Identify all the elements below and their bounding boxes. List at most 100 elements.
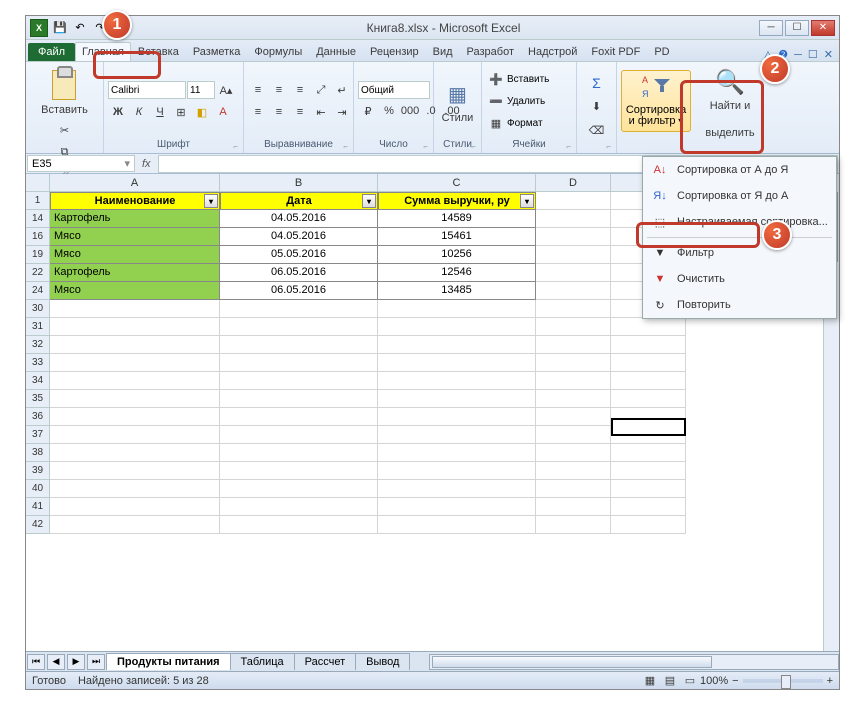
view-layout-icon[interactable]: ▤ bbox=[660, 671, 680, 691]
cell[interactable] bbox=[536, 336, 611, 354]
menu-repeat[interactable]: ↻Повторить bbox=[643, 292, 836, 318]
table-header-cell[interactable]: Сумма выручки, ру▾ bbox=[378, 192, 536, 210]
row-header[interactable]: 14 bbox=[26, 210, 50, 228]
cell[interactable] bbox=[50, 516, 220, 534]
row-header[interactable]: 39 bbox=[26, 462, 50, 480]
tab-file[interactable]: Файл bbox=[28, 43, 75, 61]
tab-formulas[interactable]: Формулы bbox=[247, 42, 309, 61]
cell[interactable] bbox=[378, 516, 536, 534]
cell[interactable] bbox=[536, 264, 611, 282]
row-header[interactable]: 42 bbox=[26, 516, 50, 534]
cell[interactable]: 13485 bbox=[378, 282, 536, 300]
tab-layout[interactable]: Разметка bbox=[186, 42, 248, 61]
row-header[interactable]: 22 bbox=[26, 264, 50, 282]
autosum-icon[interactable]: Σ bbox=[587, 73, 607, 93]
cell[interactable] bbox=[378, 444, 536, 462]
sheet-tab-1[interactable]: Продукты питания bbox=[106, 653, 231, 670]
align-top-icon[interactable]: ≡ bbox=[248, 80, 268, 100]
row-header[interactable]: 41 bbox=[26, 498, 50, 516]
cell[interactable] bbox=[378, 462, 536, 480]
delete-cells-icon[interactable]: ➖ bbox=[486, 91, 506, 111]
cell[interactable] bbox=[611, 426, 686, 444]
doc-close-icon[interactable]: ✕ bbox=[824, 48, 833, 61]
row-header[interactable]: 34 bbox=[26, 372, 50, 390]
cell[interactable] bbox=[220, 336, 378, 354]
tab-pd[interactable]: PD bbox=[647, 42, 676, 61]
menu-sort-az[interactable]: A↓Сортировка от А до Я bbox=[643, 157, 836, 183]
row-header[interactable]: 19 bbox=[26, 246, 50, 264]
cell[interactable] bbox=[378, 408, 536, 426]
horizontal-scrollbar[interactable] bbox=[429, 654, 839, 670]
cell[interactable] bbox=[611, 408, 686, 426]
cell[interactable] bbox=[611, 462, 686, 480]
cell[interactable] bbox=[536, 282, 611, 300]
cell[interactable] bbox=[536, 300, 611, 318]
cell[interactable] bbox=[50, 480, 220, 498]
tab-insert[interactable]: Вставка bbox=[131, 42, 186, 61]
delete-cells-button[interactable]: Удалить bbox=[507, 96, 545, 107]
cell[interactable]: 14589 bbox=[378, 210, 536, 228]
cell[interactable] bbox=[611, 480, 686, 498]
cell[interactable] bbox=[536, 390, 611, 408]
insert-cells-button[interactable]: Вставить bbox=[507, 74, 549, 85]
cell[interactable] bbox=[378, 426, 536, 444]
cell[interactable] bbox=[536, 192, 611, 210]
row-header[interactable]: 38 bbox=[26, 444, 50, 462]
cell[interactable] bbox=[536, 480, 611, 498]
cell[interactable] bbox=[220, 480, 378, 498]
cell[interactable] bbox=[611, 444, 686, 462]
tab-nav-prev-icon[interactable]: ◀ bbox=[47, 654, 65, 670]
row-header[interactable]: 32 bbox=[26, 336, 50, 354]
cell[interactable] bbox=[50, 444, 220, 462]
name-box[interactable]: E35▾ bbox=[27, 155, 135, 172]
doc-minimize-icon[interactable]: ─ bbox=[794, 49, 802, 61]
row-header[interactable]: 16 bbox=[26, 228, 50, 246]
sheet-tab-3[interactable]: Рассчет bbox=[294, 653, 357, 670]
font-name-combo[interactable] bbox=[108, 81, 186, 99]
align-right-icon[interactable]: ≡ bbox=[290, 102, 310, 122]
cell[interactable] bbox=[536, 516, 611, 534]
filter-button-icon[interactable]: ▾ bbox=[520, 194, 534, 208]
zoom-out-icon[interactable]: − bbox=[732, 675, 738, 687]
cell[interactable]: 15461 bbox=[378, 228, 536, 246]
select-all-corner[interactable] bbox=[26, 174, 50, 192]
sheet-tab-4[interactable]: Вывод bbox=[355, 653, 410, 670]
cell[interactable] bbox=[220, 408, 378, 426]
cell[interactable] bbox=[536, 354, 611, 372]
font-size-combo[interactable] bbox=[187, 81, 215, 99]
tab-nav-first-icon[interactable]: ⏮ bbox=[27, 654, 45, 670]
cell[interactable] bbox=[50, 426, 220, 444]
filter-button-icon[interactable]: ▾ bbox=[362, 194, 376, 208]
fill-color-icon[interactable]: ◧ bbox=[192, 102, 212, 122]
menu-filter[interactable]: ▼Фильтр bbox=[643, 240, 836, 266]
cell[interactable]: 12546 bbox=[378, 264, 536, 282]
cell[interactable]: 10256 bbox=[378, 246, 536, 264]
align-bottom-icon[interactable]: ≡ bbox=[290, 80, 310, 100]
cell[interactable]: Картофель bbox=[50, 210, 220, 228]
align-center-icon[interactable]: ≡ bbox=[269, 102, 289, 122]
fill-icon[interactable]: ⬇ bbox=[587, 97, 607, 117]
percent-icon[interactable]: % bbox=[379, 101, 399, 121]
styles-button[interactable]: ▦ Стили bbox=[438, 76, 478, 126]
menu-sort-za[interactable]: Я↓Сортировка от Я до А bbox=[643, 183, 836, 209]
cell[interactable]: 04.05.2016 bbox=[220, 228, 378, 246]
row-header[interactable]: 33 bbox=[26, 354, 50, 372]
cell[interactable] bbox=[220, 516, 378, 534]
format-cells-icon[interactable]: ▦ bbox=[486, 113, 506, 133]
table-header-cell[interactable]: Дата▾ bbox=[220, 192, 378, 210]
cell[interactable] bbox=[378, 498, 536, 516]
cell[interactable] bbox=[378, 390, 536, 408]
filter-button-icon[interactable]: ▾ bbox=[204, 194, 218, 208]
cell[interactable] bbox=[220, 372, 378, 390]
cell[interactable] bbox=[220, 354, 378, 372]
cell[interactable] bbox=[611, 390, 686, 408]
cell[interactable] bbox=[220, 462, 378, 480]
cell[interactable] bbox=[378, 372, 536, 390]
format-cells-button[interactable]: Формат bbox=[507, 118, 543, 129]
col-header-c[interactable]: C bbox=[378, 174, 536, 191]
insert-cells-icon[interactable]: ➕ bbox=[486, 69, 506, 89]
cell[interactable] bbox=[536, 246, 611, 264]
cell[interactable] bbox=[220, 498, 378, 516]
cell[interactable]: 06.05.2016 bbox=[220, 264, 378, 282]
find-select-button[interactable]: 🔍 Найти ивыделить bbox=[701, 64, 758, 141]
